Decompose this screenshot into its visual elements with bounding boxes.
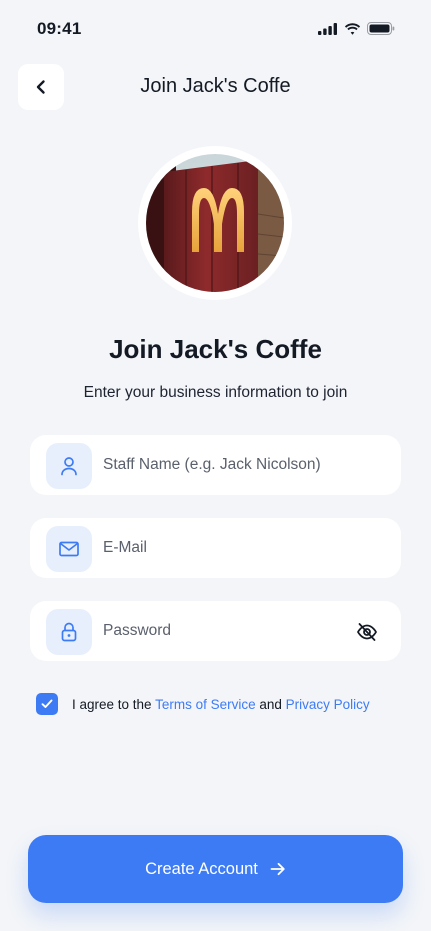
terms-text: I agree to the Terms of Service and Priv…: [72, 697, 370, 712]
page-title: Join Jack's Coffe: [109, 334, 322, 364]
wifi-icon: [344, 22, 361, 35]
password-input[interactable]: [103, 619, 343, 643]
toggle-password-visibility[interactable]: [355, 620, 379, 644]
business-photo: [146, 154, 284, 292]
terms-middle: and: [255, 696, 286, 712]
check-icon: [41, 699, 53, 708]
terms-prefix: I agree to the: [72, 696, 156, 712]
user-icon-badge: [46, 443, 92, 489]
email-field[interactable]: [30, 518, 401, 578]
header: Join Jack's Coffe: [0, 64, 431, 110]
create-account-button[interactable]: Create Account: [28, 835, 403, 903]
eye-off-icon: [357, 623, 377, 641]
terms-of-service-link[interactable]: Terms of Service: [155, 697, 256, 712]
privacy-policy-link[interactable]: Privacy Policy: [286, 697, 370, 712]
status-time: 09:41: [37, 19, 82, 38]
business-avatar: [138, 146, 292, 300]
staff-name-field[interactable]: [30, 435, 401, 495]
mail-icon-badge: [46, 526, 92, 572]
header-title: Join Jack's Coffe: [140, 75, 291, 97]
terms-checkbox[interactable]: [36, 693, 58, 715]
arrow-right-icon: [270, 862, 285, 876]
lock-icon-badge: [46, 609, 92, 655]
user-icon: [61, 457, 77, 476]
status-bar: 09:41: [0, 0, 431, 56]
staff-name-input[interactable]: [103, 453, 343, 477]
terms-agreement: I agree to the Terms of Service and Priv…: [36, 693, 370, 715]
battery-icon: [367, 22, 395, 35]
mail-icon: [59, 541, 79, 557]
status-icons: [318, 22, 395, 35]
create-account-label: Create Account: [145, 859, 258, 878]
password-field[interactable]: [30, 601, 401, 661]
page-subtitle: Enter your business information to join: [83, 384, 348, 401]
lock-icon: [61, 622, 77, 642]
signal-icon: [318, 22, 337, 35]
email-input[interactable]: [103, 536, 343, 560]
